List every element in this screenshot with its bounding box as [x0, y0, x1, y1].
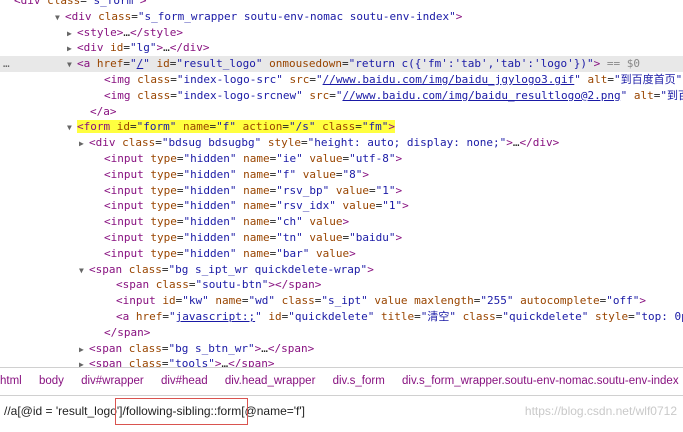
- node-markup: <style>…</style>: [77, 25, 183, 39]
- dom-node-line[interactable]: ▼ <div class="s_form_wrapper soutu-env-no…: [0, 9, 683, 25]
- breadcrumb-item-wrapper[interactable]: div#wrapper: [81, 368, 144, 395]
- node-markup: <img class="index-logo-srcnew" src="//ww…: [104, 88, 683, 102]
- breadcrumb-item-body[interactable]: body: [39, 368, 64, 395]
- expand-caret-icon[interactable]: ▶: [79, 136, 89, 152]
- dom-node-line[interactable]: <input type="hidden" name="rsv_idx" valu…: [0, 198, 683, 214]
- breadcrumb-item-head-wrapper[interactable]: div.head_wrapper: [225, 368, 316, 395]
- node-markup: <input type="hidden" name="ie" value="ut…: [104, 152, 403, 165]
- dom-node-line[interactable]: <input type="hidden" name="rsv_bp" value…: [0, 183, 683, 199]
- dom-node-line[interactable]: </a>: [0, 104, 683, 120]
- node-markup: <input id="kw" name="wd" class="s_ipt" v…: [116, 294, 646, 308]
- dom-node-line[interactable]: ▶ <span class="tools">…</span>: [0, 356, 683, 367]
- dom-node-line[interactable]: <input id="kw" name="wd" class="s_ipt" v…: [0, 293, 683, 309]
- node-markup: <span class="soutu-btn"></span>: [116, 278, 322, 292]
- node-markup: <form id="form" name="f" action="/s" cla…: [77, 120, 395, 134]
- collapse-caret-icon[interactable]: ▼: [55, 10, 65, 26]
- dom-node-line[interactable]: <a href="javascript:;" id="quickdelete" …: [0, 309, 683, 325]
- node-markup: <input type="hidden" name="rsv_idx" valu…: [104, 199, 409, 213]
- breadcrumb-item-head[interactable]: div#head: [161, 368, 208, 395]
- collapse-caret-icon[interactable]: ▼: [67, 57, 77, 73]
- node-markup: <span class="bg s_ipt_wr quickdelete-wra…: [89, 262, 374, 276]
- node-markup: <input type="hidden" name="tn" value="ba…: [104, 231, 403, 244]
- dom-node-line[interactable]: <img class="index-logo-srcnew" src="//ww…: [0, 88, 683, 104]
- dom-node-line[interactable]: </span>: [0, 325, 683, 341]
- node-markup: <img class="index-logo-src" src="//www.b…: [104, 73, 683, 86]
- node-markup: <span class="tools">…</span>: [89, 357, 275, 367]
- dom-node-line[interactable]: ▶ <span class="bg s_btn_wr">…</span>: [0, 341, 683, 357]
- node-markup: <div id="lg">…</div>: [77, 41, 210, 55]
- dom-node-line[interactable]: <img class="index-logo-src" src="//www.b…: [0, 72, 683, 88]
- dom-node-line[interactable]: <input type="hidden" name="bar" value>: [0, 246, 683, 262]
- xpath-search-bar[interactable]: //a[@id = 'result_logo']/following-sibli…: [0, 396, 683, 432]
- dom-node-line[interactable]: ▶ <style>…</style>: [0, 25, 683, 41]
- node-markup: </a>: [90, 104, 117, 118]
- node-menu-icon[interactable]: …: [3, 56, 10, 72]
- dom-node-line[interactable]: ▼ <span class="bg s_ipt_wr quickdelete-wr…: [0, 262, 683, 278]
- node-markup: <span class="bg s_btn_wr">…</span>: [89, 341, 315, 355]
- node-markup: <a href="javascript:;" id="quickdelete" …: [116, 310, 683, 323]
- dom-node-line[interactable]: <input type="hidden" name="ch" value>: [0, 214, 683, 230]
- dom-node-line[interactable]: <span class="soutu-btn"></span>: [0, 277, 683, 293]
- breadcrumb-item-html[interactable]: html: [0, 368, 22, 395]
- node-markup: <div class="s_form">: [14, 0, 147, 7]
- expand-caret-icon[interactable]: ▶: [67, 26, 77, 42]
- dom-node-line[interactable]: <div class="s_form">: [0, 0, 683, 9]
- expand-caret-icon[interactable]: ▶: [67, 41, 77, 57]
- collapse-caret-icon[interactable]: ▼: [79, 263, 89, 279]
- node-markup: <div class="s_form_wrapper soutu-env-nom…: [65, 9, 463, 23]
- dom-node-line[interactable]: <input type="hidden" name="tn" value="ba…: [0, 230, 683, 246]
- node-markup: <div class="bdsug bdsugbg" style="height…: [89, 136, 560, 150]
- dom-node-line[interactable]: ▼ <form id="form" name="f" action="/s" cl…: [0, 119, 683, 135]
- node-markup: <input type="hidden" name="ch" value>: [104, 215, 350, 229]
- expand-caret-icon[interactable]: ▶: [79, 357, 89, 367]
- dom-node-line[interactable]: <input type="hidden" name="ie" value="ut…: [0, 151, 683, 167]
- collapse-caret-icon[interactable]: ▼: [67, 120, 77, 136]
- watermark: https://blog.csdn.net/wlf0712: [524, 404, 677, 418]
- node-markup: </span>: [104, 325, 151, 339]
- expand-caret-icon[interactable]: ▶: [79, 342, 89, 358]
- breadcrumb-item-s-form[interactable]: div.s_form: [333, 368, 385, 395]
- highlight-box: [115, 398, 248, 425]
- breadcrumb-item-s-form-wrapper[interactable]: div.s_form_wrapper.soutu-env-nomac.soutu…: [402, 368, 679, 395]
- elements-tree: <div class="s_form"> ▼ <div class="s_form_…: [0, 0, 683, 367]
- node-markup: <input type="hidden" name="bar" value>: [104, 246, 356, 260]
- dom-node-line[interactable]: <input type="hidden" name="f" value="8">: [0, 167, 683, 183]
- node-markup: <a href="/" id="result_logo" onmousedown…: [77, 57, 640, 71]
- dom-node-line[interactable]: ▶ <div id="lg">…</div>: [0, 40, 683, 56]
- breadcrumb: html body div#wrapper div#head div.head_…: [0, 367, 683, 396]
- dom-node-line[interactable]: … ▼ <a href="/" id="result_logo" onmousedo…: [0, 56, 683, 73]
- node-markup: <input type="hidden" name="f" value="8">: [104, 167, 369, 181]
- dom-node-line[interactable]: ▶ <div class="bdsug bdsugbg" style="heigh…: [0, 135, 683, 151]
- node-markup: <input type="hidden" name="rsv_bp" value…: [104, 183, 403, 197]
